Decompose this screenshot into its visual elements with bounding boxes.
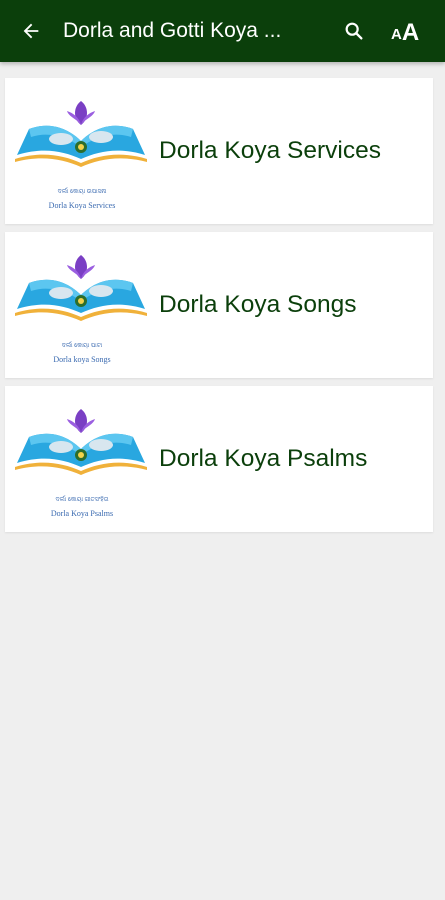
open-bible-logo-icon: ଦର୍ଲା କୋୟା ପାଟା Dorla koya Songs — [11, 243, 151, 367]
list-item-label: Dorla Koya Songs — [159, 291, 357, 318]
arrow-back-icon[interactable] — [16, 16, 46, 46]
logo-caption-english: Dorla Koya Services — [48, 201, 116, 210]
logo-caption-english: Dorla Koya Psalms — [50, 509, 114, 518]
logo-caption-local: ଦର୍ଲା କୋୟା ପାଟା — [61, 343, 103, 349]
menu-list: ଦର୍ଲା କୋୟା ଉପାସନା Dorla Koya Services Do… — [5, 78, 433, 540]
list-item-label: Dorla Koya Psalms — [159, 445, 368, 472]
list-item[interactable]: ଦର୍ଲା କୋୟା ଗୀତସଂହିତା Dorla Koya Psalms D… — [5, 386, 433, 532]
open-bible-logo-icon: ଦର୍ଲା କୋୟା ଉପାସନା Dorla Koya Services — [11, 89, 151, 213]
list-item[interactable]: ଦର୍ଲା କୋୟା ପାଟା Dorla koya Songs Dorla K… — [5, 232, 433, 378]
logo-caption-local: ଦର୍ଲା କୋୟା ଉପାସନା — [57, 189, 107, 195]
logo-caption-local: ଦର୍ଲା କୋୟା ଗୀତସଂହିତା — [55, 497, 109, 503]
open-bible-logo-icon: ଦର୍ଲା କୋୟା ଗୀତସଂହିତା Dorla Koya Psalms — [11, 397, 151, 521]
search-icon[interactable] — [341, 18, 367, 44]
font-size-small-letter: A — [391, 26, 402, 43]
font-size-big-letter: A — [401, 19, 420, 46]
logo-caption-english: Dorla koya Songs — [53, 355, 111, 364]
list-item-label: Dorla Koya Services — [159, 137, 381, 164]
font-size-icon[interactable]: A A — [391, 18, 420, 46]
list-item[interactable]: ଦର୍ଲା କୋୟା ଉପାସନା Dorla Koya Services Do… — [5, 78, 433, 224]
page-title: Dorla and Gotti Koya ... — [63, 19, 282, 42]
app-bar: Dorla and Gotti Koya ... A A — [0, 0, 445, 62]
